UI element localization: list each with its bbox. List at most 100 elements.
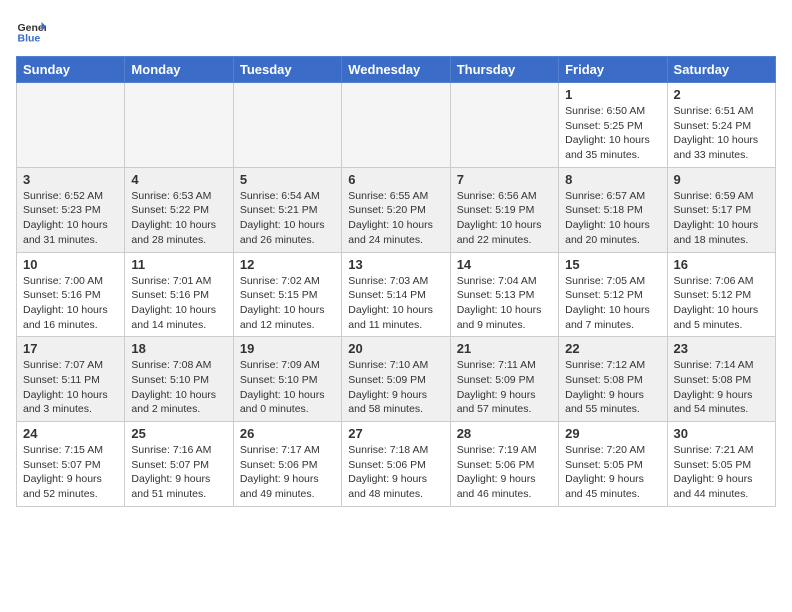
calendar-body: 1 Sunrise: 6:50 AMSunset: 5:25 PMDaylight… xyxy=(17,83,776,507)
day-info: Sunrise: 6:51 AMSunset: 5:24 PMDaylight:… xyxy=(674,104,769,163)
day-number: 11 xyxy=(131,257,226,272)
day-info: Sunrise: 7:18 AMSunset: 5:06 PMDaylight:… xyxy=(348,443,443,502)
calendar-week-row: 3Sunrise: 6:52 AMSunset: 5:23 PMDaylight… xyxy=(17,167,776,252)
day-number: 8 xyxy=(565,172,660,187)
calendar-cell: 11 Sunrise: 7:01 AMSunset: 5:16 PMDayligh… xyxy=(125,252,233,337)
calendar-cell: 3Sunrise: 6:52 AMSunset: 5:23 PMDaylight… xyxy=(17,167,125,252)
day-number: 10 xyxy=(23,257,118,272)
day-number: 20 xyxy=(348,341,443,356)
day-info: Sunrise: 6:53 AMSunset: 5:22 PMDaylight:… xyxy=(131,189,226,248)
day-info: Sunrise: 7:10 AMSunset: 5:09 PMDaylight:… xyxy=(348,358,443,417)
calendar-cell: 12 Sunrise: 7:02 AMSunset: 5:15 PMDayligh… xyxy=(233,252,341,337)
day-info: Sunrise: 7:16 AMSunset: 5:07 PMDaylight:… xyxy=(131,443,226,502)
calendar-cell: 1 Sunrise: 6:50 AMSunset: 5:25 PMDaylight… xyxy=(559,83,667,168)
day-number: 6 xyxy=(348,172,443,187)
day-info: Sunrise: 7:20 AMSunset: 5:05 PMDaylight:… xyxy=(565,443,660,502)
calendar-cell: 16 Sunrise: 7:06 AMSunset: 5:12 PMDayligh… xyxy=(667,252,775,337)
day-number: 28 xyxy=(457,426,552,441)
weekday-header: Wednesday xyxy=(342,57,450,83)
day-number: 26 xyxy=(240,426,335,441)
calendar-cell: 19 Sunrise: 7:09 AMSunset: 5:10 PMDayligh… xyxy=(233,337,341,422)
day-number: 1 xyxy=(565,87,660,102)
day-info: Sunrise: 7:08 AMSunset: 5:10 PMDaylight:… xyxy=(131,358,226,417)
calendar-week-row: 1 Sunrise: 6:50 AMSunset: 5:25 PMDaylight… xyxy=(17,83,776,168)
day-number: 12 xyxy=(240,257,335,272)
weekday-header: Monday xyxy=(125,57,233,83)
day-info: Sunrise: 7:17 AMSunset: 5:06 PMDaylight:… xyxy=(240,443,335,502)
calendar-week-row: 10 Sunrise: 7:00 AMSunset: 5:16 PMDayligh… xyxy=(17,252,776,337)
day-number: 29 xyxy=(565,426,660,441)
svg-text:Blue: Blue xyxy=(18,33,41,45)
header: General Blue xyxy=(16,16,776,46)
calendar-cell xyxy=(450,83,558,168)
day-info: Sunrise: 6:54 AMSunset: 5:21 PMDaylight:… xyxy=(240,189,335,248)
day-info: Sunrise: 7:01 AMSunset: 5:16 PMDaylight:… xyxy=(131,274,226,333)
day-info: Sunrise: 6:50 AMSunset: 5:25 PMDaylight:… xyxy=(565,104,660,163)
weekday-header: Friday xyxy=(559,57,667,83)
calendar-cell: 14Sunrise: 7:04 AMSunset: 5:13 PMDayligh… xyxy=(450,252,558,337)
calendar-cell: 6 Sunrise: 6:55 AMSunset: 5:20 PMDaylight… xyxy=(342,167,450,252)
day-number: 23 xyxy=(674,341,769,356)
weekday-header: Thursday xyxy=(450,57,558,83)
day-number: 24 xyxy=(23,426,118,441)
day-number: 25 xyxy=(131,426,226,441)
day-number: 19 xyxy=(240,341,335,356)
calendar-cell: 20 Sunrise: 7:10 AMSunset: 5:09 PMDayligh… xyxy=(342,337,450,422)
day-info: Sunrise: 7:00 AMSunset: 5:16 PMDaylight:… xyxy=(23,274,118,333)
calendar-cell: 8 Sunrise: 6:57 AMSunset: 5:18 PMDaylight… xyxy=(559,167,667,252)
day-number: 13 xyxy=(348,257,443,272)
calendar-week-row: 24 Sunrise: 7:15 AMSunset: 5:07 PMDayligh… xyxy=(17,422,776,507)
day-number: 21 xyxy=(457,341,552,356)
day-info: Sunrise: 6:57 AMSunset: 5:18 PMDaylight:… xyxy=(565,189,660,248)
calendar-cell: 23Sunrise: 7:14 AMSunset: 5:08 PMDayligh… xyxy=(667,337,775,422)
day-number: 5 xyxy=(240,172,335,187)
calendar-cell: 18Sunrise: 7:08 AMSunset: 5:10 PMDayligh… xyxy=(125,337,233,422)
day-number: 22 xyxy=(565,341,660,356)
day-info: Sunrise: 7:09 AMSunset: 5:10 PMDaylight:… xyxy=(240,358,335,417)
day-number: 16 xyxy=(674,257,769,272)
day-info: Sunrise: 7:07 AMSunset: 5:11 PMDaylight:… xyxy=(23,358,118,417)
calendar-cell: 5 Sunrise: 6:54 AMSunset: 5:21 PMDaylight… xyxy=(233,167,341,252)
calendar-week-row: 17 Sunrise: 7:07 AMSunset: 5:11 PMDayligh… xyxy=(17,337,776,422)
day-info: Sunrise: 7:15 AMSunset: 5:07 PMDaylight:… xyxy=(23,443,118,502)
calendar-cell: 29 Sunrise: 7:20 AMSunset: 5:05 PMDayligh… xyxy=(559,422,667,507)
calendar-cell: 4 Sunrise: 6:53 AMSunset: 5:22 PMDaylight… xyxy=(125,167,233,252)
day-number: 14 xyxy=(457,257,552,272)
day-info: Sunrise: 7:21 AMSunset: 5:05 PMDaylight:… xyxy=(674,443,769,502)
calendar-header-row: SundayMondayTuesdayWednesdayThursdayFrid… xyxy=(17,57,776,83)
weekday-header: Sunday xyxy=(17,57,125,83)
calendar-cell: 30 Sunrise: 7:21 AMSunset: 5:05 PMDayligh… xyxy=(667,422,775,507)
day-number: 3 xyxy=(23,172,118,187)
day-info: Sunrise: 7:06 AMSunset: 5:12 PMDaylight:… xyxy=(674,274,769,333)
calendar-cell xyxy=(125,83,233,168)
calendar-cell xyxy=(17,83,125,168)
day-info: Sunrise: 6:55 AMSunset: 5:20 PMDaylight:… xyxy=(348,189,443,248)
calendar-cell: 21Sunrise: 7:11 AMSunset: 5:09 PMDayligh… xyxy=(450,337,558,422)
calendar-cell: 27 Sunrise: 7:18 AMSunset: 5:06 PMDayligh… xyxy=(342,422,450,507)
day-number: 27 xyxy=(348,426,443,441)
day-info: Sunrise: 6:56 AMSunset: 5:19 PMDaylight:… xyxy=(457,189,552,248)
day-info: Sunrise: 7:12 AMSunset: 5:08 PMDaylight:… xyxy=(565,358,660,417)
day-number: 4 xyxy=(131,172,226,187)
day-number: 2 xyxy=(674,87,769,102)
calendar-cell: 26 Sunrise: 7:17 AMSunset: 5:06 PMDayligh… xyxy=(233,422,341,507)
calendar-cell: 25 Sunrise: 7:16 AMSunset: 5:07 PMDayligh… xyxy=(125,422,233,507)
calendar-cell xyxy=(233,83,341,168)
day-number: 17 xyxy=(23,341,118,356)
calendar-cell: 9Sunrise: 6:59 AMSunset: 5:17 PMDaylight… xyxy=(667,167,775,252)
calendar-cell: 17 Sunrise: 7:07 AMSunset: 5:11 PMDayligh… xyxy=(17,337,125,422)
logo: General Blue xyxy=(16,16,46,46)
calendar-cell: 13Sunrise: 7:03 AMSunset: 5:14 PMDayligh… xyxy=(342,252,450,337)
day-info: Sunrise: 6:59 AMSunset: 5:17 PMDaylight:… xyxy=(674,189,769,248)
calendar-cell: 22 Sunrise: 7:12 AMSunset: 5:08 PMDayligh… xyxy=(559,337,667,422)
day-number: 30 xyxy=(674,426,769,441)
weekday-header: Tuesday xyxy=(233,57,341,83)
calendar-cell: 2 Sunrise: 6:51 AMSunset: 5:24 PMDaylight… xyxy=(667,83,775,168)
calendar-cell: 15Sunrise: 7:05 AMSunset: 5:12 PMDayligh… xyxy=(559,252,667,337)
day-info: Sunrise: 7:02 AMSunset: 5:15 PMDaylight:… xyxy=(240,274,335,333)
calendar-cell: 10 Sunrise: 7:00 AMSunset: 5:16 PMDayligh… xyxy=(17,252,125,337)
calendar-cell: 28 Sunrise: 7:19 AMSunset: 5:06 PMDayligh… xyxy=(450,422,558,507)
calendar-table: SundayMondayTuesdayWednesdayThursdayFrid… xyxy=(16,56,776,507)
day-info: Sunrise: 7:19 AMSunset: 5:06 PMDaylight:… xyxy=(457,443,552,502)
weekday-header: Saturday xyxy=(667,57,775,83)
